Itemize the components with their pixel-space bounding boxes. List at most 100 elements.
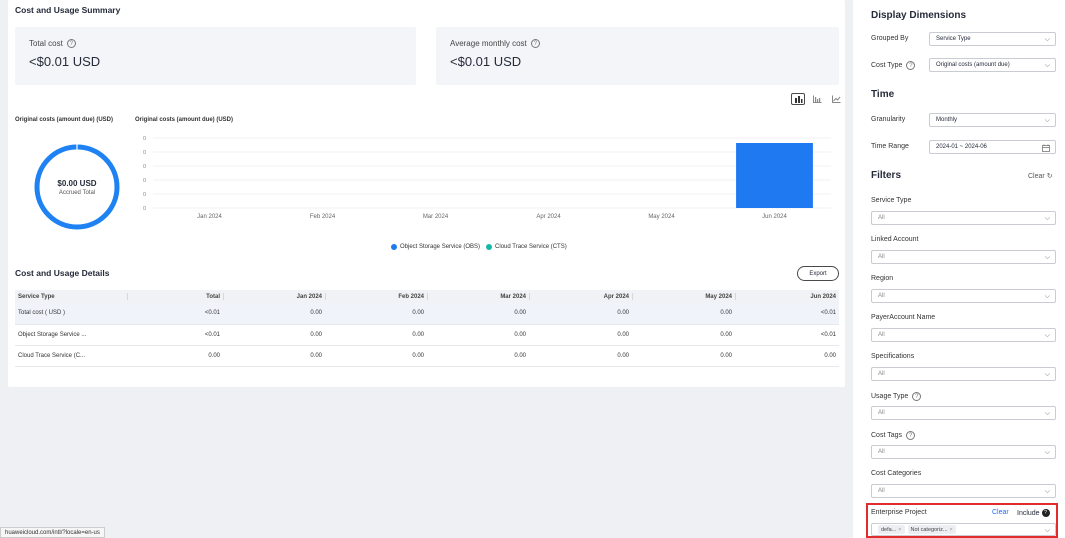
table-cell: 0.00 (325, 345, 427, 367)
filter-value: All (878, 410, 885, 416)
filter-select-cost-tags[interactable]: All ⌵ (871, 445, 1056, 459)
bar-chart-title: Original costs (amount due) (USD) (135, 117, 234, 123)
time-range-picker[interactable]: 2024-01 ~ 2024-06 (929, 140, 1056, 154)
filter-label-payer-account: PayerAccount Name (871, 314, 936, 321)
filter-label-service-type: Service Type (871, 197, 912, 204)
chevron-down-icon: ⌵ (1044, 293, 1050, 300)
table-cell: <0.01 (127, 324, 223, 346)
info-icon: ? (1041, 509, 1050, 517)
granularity-select[interactable]: Monthly ⌵ (929, 113, 1056, 127)
chevron-down-icon: ⌵ (1044, 117, 1050, 124)
cost-usage-main: Cost and Usage Summary Total cost ? <$0.… (8, 0, 845, 387)
average-cost-label: Average monthly cost (450, 39, 527, 48)
table-cell: <0.01 (735, 303, 839, 325)
details-table: Service Type Total Jan 2024 Feb 2024 Mar… (15, 290, 839, 367)
bar-chart-view-icon[interactable] (791, 93, 805, 105)
chevron-down-icon: ⌵ (1044, 62, 1050, 69)
chevron-down-icon: ⌵ (1044, 36, 1050, 43)
table-row[interactable]: Total cost ( USD ) <0.01 0.00 0.00 0.00 … (15, 303, 839, 325)
close-icon[interactable]: × (898, 527, 901, 533)
chevron-down-icon: ⌵ (1044, 410, 1050, 417)
enterprise-project-clear-link[interactable]: Clear (992, 509, 1009, 516)
calendar-icon (1042, 144, 1050, 154)
tag-label: defa... (881, 526, 897, 533)
filters-clear-link[interactable]: Clear ↻ (1028, 172, 1053, 180)
legend-label-obs[interactable]: Object Storage Service (OBS) (400, 244, 480, 250)
granularity-label: Granularity (871, 116, 906, 123)
donut-subtitle: Accrued Total (58, 190, 96, 196)
refresh-icon: ↻ (1046, 173, 1053, 180)
table-cell: 0.00 (632, 345, 735, 367)
legend-label-cts[interactable]: Cloud Trace Service (CTS) (495, 244, 567, 250)
time-title: Time (871, 89, 895, 100)
col-header[interactable]: Total (127, 290, 223, 303)
close-icon[interactable]: × (950, 527, 953, 533)
col-header[interactable]: Apr 2024 (529, 290, 632, 303)
table-cell: 0.00 (427, 303, 529, 325)
filter-select-region[interactable]: All ⌵ (871, 289, 1056, 303)
col-header[interactable]: Feb 2024 (325, 290, 427, 303)
col-header[interactable]: May 2024 (632, 290, 735, 303)
filter-select-specifications[interactable]: All ⌵ (871, 367, 1056, 381)
table-cell: 0.00 (735, 345, 839, 367)
table-cell: 0.00 (427, 345, 529, 367)
col-header[interactable]: Jan 2024 (223, 290, 325, 303)
x-tick-label: May 2024 (648, 214, 675, 220)
help-icon[interactable]: ? (66, 39, 76, 48)
filter-value: All (878, 215, 885, 221)
cost-bar-chart: 0 0 0 0 0 0 Jan 2024 Feb 2024 Mar 2024 Apr 2024 Ma… (143, 136, 831, 220)
help-icon[interactable]: ? (906, 431, 915, 440)
table-cell: 0.00 (529, 324, 632, 346)
chart-view-switcher (791, 93, 843, 105)
help-icon[interactable]: ? (906, 61, 916, 70)
export-button[interactable]: Export (797, 266, 839, 281)
cost-type-value: Original costs (amount due) (936, 62, 1010, 68)
chevron-down-icon: ⌵ (1044, 254, 1050, 261)
filter-select-linked-account[interactable]: All ⌵ (871, 250, 1056, 264)
col-header[interactable]: Service Type (15, 290, 127, 303)
y-tick-label: 0 (143, 206, 146, 212)
grouped-by-select[interactable]: Service Type ⌵ (929, 32, 1056, 46)
help-icon[interactable]: ? (912, 392, 922, 401)
total-cost-value: <$0.01 USD (29, 54, 101, 69)
filter-label-cost-tags-row: Cost Tags ? (871, 431, 915, 440)
help-icon[interactable]: ? (530, 39, 540, 48)
average-cost-value: <$0.01 USD (450, 54, 522, 69)
table-row[interactable]: Object Storage Service ... <0.01 0.00 0.… (15, 324, 839, 346)
include-toggle[interactable]: Include ? (1017, 509, 1050, 517)
filter-select-usage-type[interactable]: All ⌵ (871, 406, 1056, 420)
filter-select-payer-account[interactable]: All ⌵ (871, 328, 1056, 342)
filter-label-usage-type: Usage Type (871, 393, 909, 400)
filter-value: All (878, 254, 885, 260)
cost-type-select[interactable]: Original costs (amount due) ⌵ (929, 58, 1056, 72)
table-cell: Total cost ( USD ) (15, 303, 127, 325)
grouped-by-label: Grouped By (871, 35, 909, 42)
y-tick-label: 0 (143, 150, 146, 156)
table-row[interactable]: Cloud Trace Service (C... 0.00 0.00 0.00… (15, 345, 839, 367)
filter-select-service-type[interactable]: All ⌵ (871, 211, 1056, 225)
table-cell: Cloud Trace Service (C... (15, 345, 127, 367)
enterprise-project-select[interactable]: defa... × Not categoriz... × ⌵ (871, 523, 1056, 536)
filter-label-usage-type-row: Usage Type ? (871, 392, 922, 401)
table-cell: 0.00 (529, 303, 632, 325)
table-cell: <0.01 (735, 324, 839, 346)
x-tick-label: Jan 2024 (197, 214, 222, 220)
selected-tag: Not categoriz... × (907, 525, 956, 534)
filter-panel: Display Dimensions Grouped By Service Ty… (853, 0, 1065, 538)
chevron-down-icon: ⌵ (1044, 371, 1050, 378)
col-header[interactable]: Jun 2024 (735, 290, 839, 303)
display-dimensions-title: Display Dimensions (871, 10, 967, 21)
bar[interactable] (736, 143, 813, 208)
details-title: Cost and Usage Details (15, 268, 110, 278)
grouped-bar-view-icon[interactable] (810, 93, 824, 105)
selected-tag: defa... × (878, 525, 905, 534)
line-chart-view-icon[interactable] (829, 93, 843, 105)
col-header[interactable]: Mar 2024 (427, 290, 529, 303)
total-cost-label: Total cost (29, 39, 63, 48)
table-cell: <0.01 (127, 303, 223, 325)
chevron-down-icon: ⌵ (1044, 488, 1050, 495)
filter-select-cost-categories[interactable]: All ⌵ (871, 484, 1056, 498)
chart-legend: Object Storage Service (OBS) Cloud Trace… (391, 244, 567, 250)
average-cost-card: Average monthly cost ? <$0.01 USD (436, 27, 839, 85)
total-cost-card: Total cost ? <$0.01 USD (15, 27, 416, 85)
